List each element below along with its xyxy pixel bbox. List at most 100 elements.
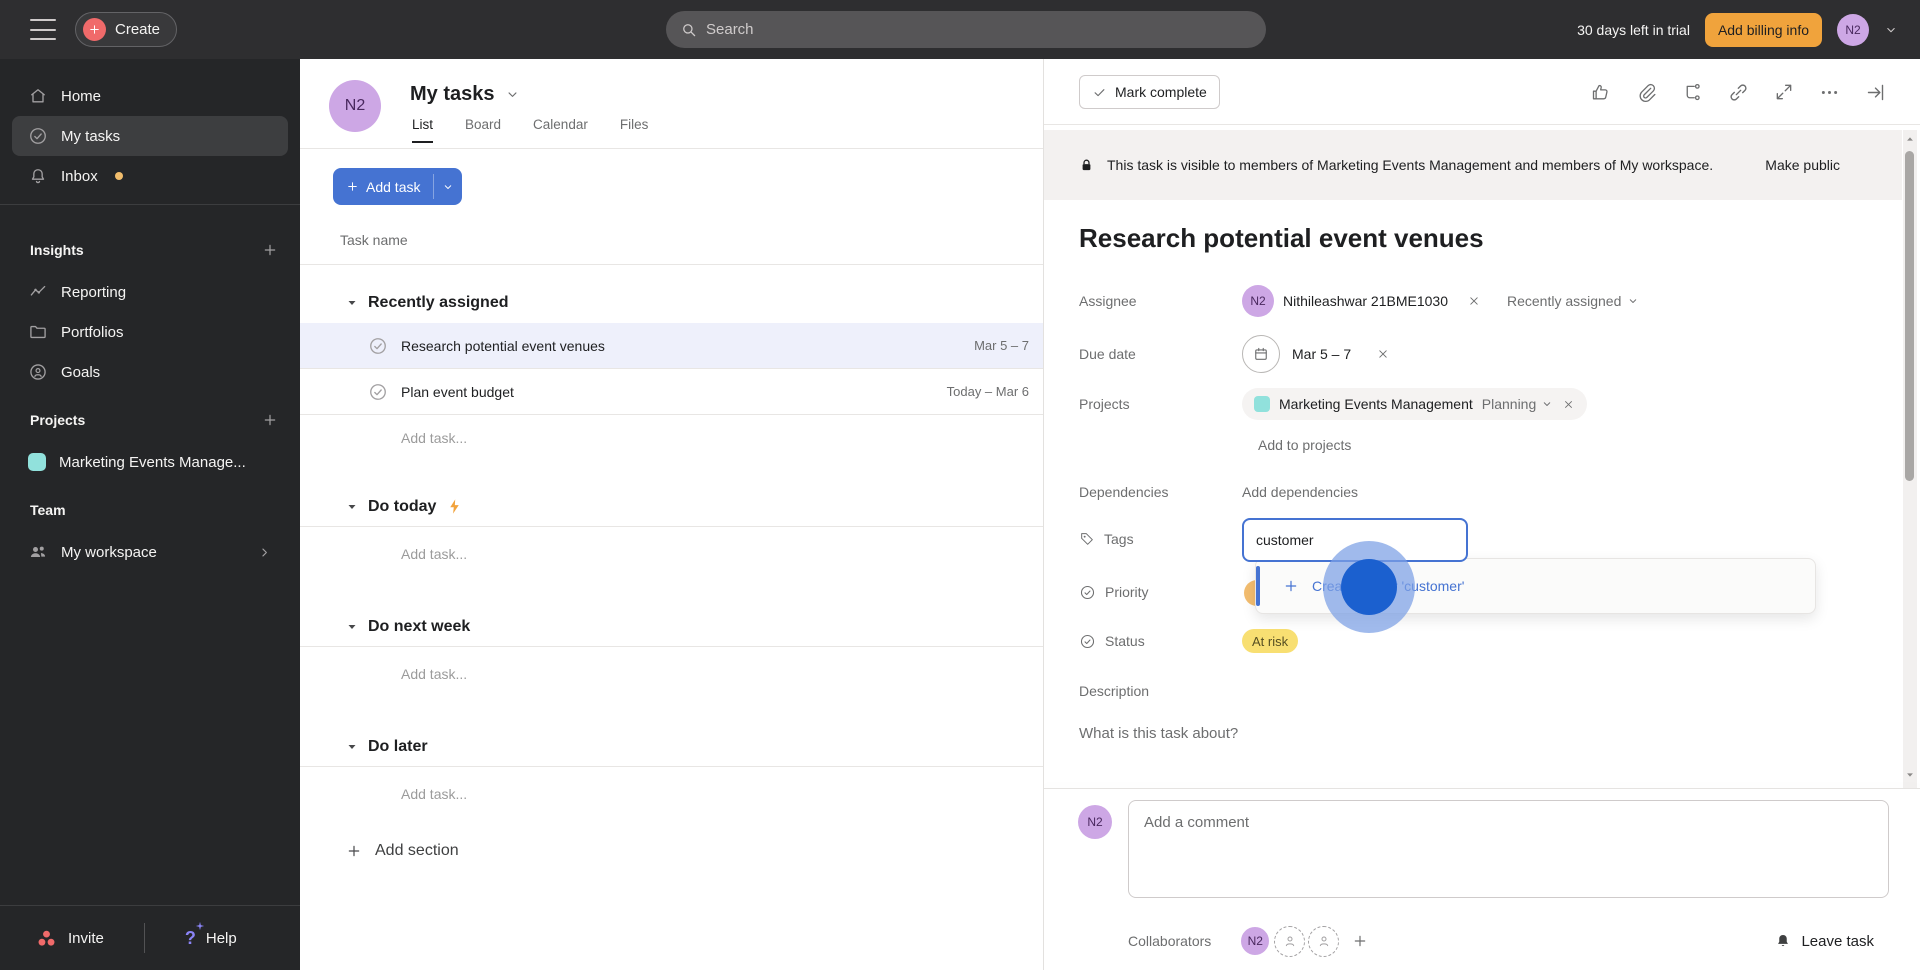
task-title[interactable]: Research potential event venues bbox=[1079, 223, 1484, 254]
sidebar-item-portfolios[interactable]: Portfolios bbox=[12, 312, 288, 352]
team-section-header[interactable]: Team bbox=[0, 492, 300, 528]
sidebar-item-label: Inbox bbox=[61, 167, 98, 185]
search-bar[interactable] bbox=[666, 11, 1266, 48]
task-row[interactable]: Plan event budget Today – Mar 6 bbox=[300, 369, 1043, 415]
tags-input[interactable] bbox=[1242, 518, 1468, 562]
section-header-do-later[interactable]: Do later bbox=[300, 727, 1043, 767]
subtask-icon[interactable] bbox=[1682, 82, 1703, 103]
chevron-right-icon[interactable] bbox=[257, 545, 272, 560]
create-button[interactable]: Create bbox=[75, 12, 178, 47]
search-input[interactable] bbox=[706, 21, 1252, 38]
view-tabs: List Board Calendar Files bbox=[412, 117, 648, 143]
calendar-icon[interactable] bbox=[1242, 335, 1280, 373]
add-task-row[interactable]: Add task... bbox=[300, 647, 1043, 701]
add-collaborator-icon[interactable] bbox=[1352, 933, 1368, 949]
remove-assignee-icon[interactable] bbox=[1467, 294, 1481, 308]
add-project-icon[interactable] bbox=[262, 412, 278, 428]
description-label: Description bbox=[1079, 683, 1150, 699]
project-section-dropdown[interactable]: Planning bbox=[1482, 396, 1554, 412]
assignee-section-dropdown[interactable]: Recently assigned bbox=[1507, 293, 1639, 309]
tab-board[interactable]: Board bbox=[465, 117, 501, 143]
sidebar-toggle-icon[interactable] bbox=[30, 19, 56, 40]
sidebar-item-inbox[interactable]: Inbox bbox=[12, 156, 288, 196]
add-to-projects-button[interactable]: Add to projects bbox=[1258, 437, 1351, 453]
detail-scrollbar[interactable] bbox=[1903, 130, 1917, 788]
page-title-row[interactable]: My tasks bbox=[410, 83, 520, 106]
sidebar-item-home[interactable]: Home bbox=[12, 76, 288, 116]
sidebar-item-my-workspace[interactable]: My workspace bbox=[12, 532, 288, 572]
remove-project-icon[interactable] bbox=[1562, 398, 1575, 411]
user-avatar[interactable]: N2 bbox=[1837, 13, 1869, 46]
collaborator-avatar[interactable]: N2 bbox=[1239, 925, 1272, 957]
like-icon[interactable] bbox=[1590, 82, 1611, 103]
page-title-chevron-icon[interactable] bbox=[505, 87, 520, 102]
leave-task-button[interactable]: Leave task bbox=[1774, 932, 1874, 950]
section-header-do-next-week[interactable]: Do next week bbox=[300, 607, 1043, 647]
sidebar-item-reporting[interactable]: Reporting bbox=[12, 272, 288, 312]
assignee-avatar: N2 bbox=[1242, 285, 1274, 317]
create-tag-option[interactable]: Create tag for 'customer' bbox=[1256, 578, 1464, 594]
project-pill[interactable]: Marketing Events Management Planning bbox=[1242, 388, 1588, 420]
project-color-swatch bbox=[1254, 396, 1270, 412]
bolt-icon bbox=[446, 498, 463, 515]
close-panel-icon[interactable] bbox=[1865, 82, 1886, 103]
app-window: Create 30 days left in trial Add billing… bbox=[0, 0, 1920, 970]
sidebar-item-my-tasks[interactable]: My tasks bbox=[12, 116, 288, 156]
section-header-do-today[interactable]: Do today bbox=[300, 487, 1043, 527]
make-public-button[interactable]: Make public bbox=[1765, 157, 1840, 173]
collapse-triangle-icon[interactable] bbox=[346, 297, 358, 309]
account-menu-chevron-icon[interactable] bbox=[1884, 23, 1898, 37]
scroll-down-icon[interactable] bbox=[1903, 770, 1917, 780]
empty-collaborator-slot[interactable] bbox=[1274, 925, 1306, 957]
sidebar-item-goals[interactable]: Goals bbox=[12, 352, 288, 392]
task-row[interactable]: Research potential event venues Mar 5 – … bbox=[300, 323, 1043, 369]
scrollbar-thumb[interactable] bbox=[1905, 151, 1914, 481]
attachment-icon[interactable] bbox=[1636, 82, 1657, 103]
add-task-row[interactable]: Add task... bbox=[300, 415, 1043, 461]
mark-complete-button[interactable]: Mark complete bbox=[1079, 75, 1220, 109]
projects-section-header[interactable]: Projects bbox=[0, 402, 300, 438]
add-dependencies-button[interactable]: Add dependencies bbox=[1242, 484, 1358, 500]
tab-list[interactable]: List bbox=[412, 117, 434, 143]
more-options-icon[interactable] bbox=[1819, 82, 1840, 103]
fullscreen-icon[interactable] bbox=[1774, 82, 1794, 102]
topbar: Create 30 days left in trial Add billing… bbox=[0, 0, 1920, 59]
invite-button[interactable]: Invite bbox=[36, 928, 104, 949]
task-name-column-header[interactable]: Task name bbox=[300, 215, 1043, 265]
insights-section-header[interactable]: Insights bbox=[0, 232, 300, 268]
project-name[interactable]: Marketing Events Management bbox=[1279, 396, 1473, 412]
section-header-recently-assigned[interactable]: Recently assigned bbox=[300, 283, 1043, 323]
add-section-button[interactable]: Add section bbox=[300, 827, 1043, 875]
task-complete-icon[interactable] bbox=[368, 336, 388, 356]
remove-due-date-icon[interactable] bbox=[1376, 347, 1390, 361]
collapse-triangle-icon[interactable] bbox=[346, 741, 358, 753]
tab-calendar[interactable]: Calendar bbox=[533, 117, 588, 143]
add-task-row[interactable]: Add task... bbox=[300, 767, 1043, 821]
scroll-up-icon[interactable] bbox=[1903, 134, 1917, 144]
collapse-triangle-icon[interactable] bbox=[346, 501, 358, 513]
add-insight-icon[interactable] bbox=[262, 242, 278, 258]
collapse-triangle-icon[interactable] bbox=[346, 621, 358, 633]
copy-link-icon[interactable] bbox=[1728, 82, 1749, 103]
task-due-date: Today – Mar 6 bbox=[946, 384, 1029, 399]
status-row: Status At risk bbox=[1079, 627, 1299, 655]
add-billing-button[interactable]: Add billing info bbox=[1704, 12, 1822, 47]
assignee-row: Assignee N2 Nithileashwar 21BME1030 Rece… bbox=[1079, 284, 1639, 318]
sidebar-item-project-marketing[interactable]: Marketing Events Manage... bbox=[12, 442, 288, 482]
status-badge[interactable]: At risk bbox=[1242, 629, 1299, 653]
add-task-button[interactable]: Add task bbox=[333, 168, 463, 205]
due-date-value[interactable]: Mar 5 – 7 bbox=[1292, 346, 1351, 362]
assignee-name[interactable]: Nithileashwar 21BME1030 bbox=[1283, 293, 1448, 309]
comment-input[interactable] bbox=[1129, 801, 1888, 897]
collaborators-label: Collaborators bbox=[1128, 933, 1212, 949]
tags-row: Tags bbox=[1079, 517, 1242, 561]
task-complete-icon[interactable] bbox=[368, 382, 388, 402]
empty-collaborator-slot[interactable] bbox=[1308, 925, 1340, 957]
add-task-options-chevron-icon[interactable] bbox=[434, 168, 462, 205]
tab-files[interactable]: Files bbox=[620, 117, 649, 143]
description-placeholder[interactable]: What is this task about? bbox=[1079, 725, 1238, 742]
page-avatar: N2 bbox=[329, 80, 381, 132]
add-section-label: Add section bbox=[375, 842, 459, 859]
add-task-row[interactable]: Add task... bbox=[300, 527, 1043, 581]
help-button[interactable]: ? Help bbox=[185, 928, 237, 949]
